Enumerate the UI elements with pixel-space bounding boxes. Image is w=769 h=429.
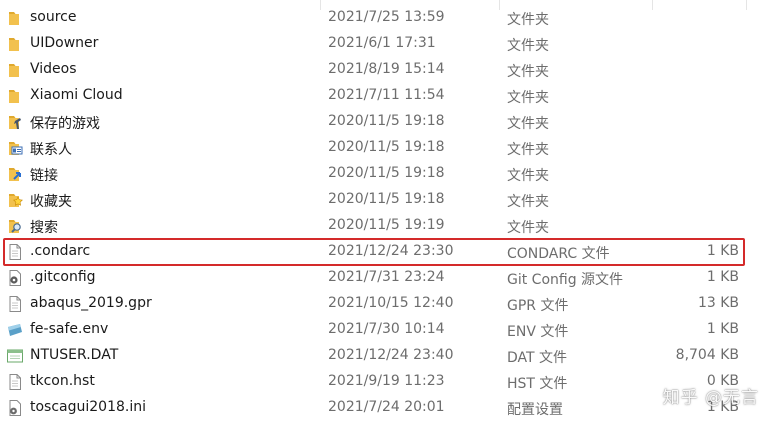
modified-date: 2021/10/15 12:40 xyxy=(328,295,454,311)
links-folder-icon xyxy=(6,165,24,183)
modified-date: 2020/11/5 19:18 xyxy=(328,113,445,129)
file-type: 文件夹 xyxy=(507,38,549,54)
file-row[interactable]: 链接 2020/11/5 19:18 文件夹 xyxy=(0,161,769,187)
file-row[interactable]: 搜索 2020/11/5 19:19 文件夹 xyxy=(0,213,769,239)
file-name: UIDowner xyxy=(30,35,99,51)
file-row[interactable]: Xiaomi Cloud 2021/7/11 11:54 文件夹 xyxy=(0,83,769,109)
file-type: 文件夹 xyxy=(507,12,549,28)
file-type: Git Config 源文件 xyxy=(507,272,624,288)
modified-date: 2021/7/30 10:14 xyxy=(328,321,445,337)
file-type: 文件夹 xyxy=(507,168,549,184)
modified-date: 2020/11/5 19:18 xyxy=(328,165,445,181)
file-type: DAT 文件 xyxy=(507,350,568,366)
file-row[interactable]: .gitconfig 2021/7/31 23:24 Git Config 源文件 1… xyxy=(0,265,769,291)
file-row[interactable]: .condarc 2021/12/24 23:30 CONDARC 文件 1 KB xyxy=(0,239,769,265)
modified-date: 2021/12/24 23:40 xyxy=(328,347,454,363)
file-row[interactable]: abaqus_2019.gpr 2021/10/15 12:40 GPR 文件 13 … xyxy=(0,291,769,317)
modified-date: 2020/11/5 19:18 xyxy=(328,139,445,155)
file-type: HST 文件 xyxy=(507,376,568,392)
file-name: 搜索 xyxy=(30,220,58,236)
file-name: Xiaomi Cloud xyxy=(30,87,123,103)
file-name: Videos xyxy=(30,61,77,77)
file-size: 8,704 KB xyxy=(675,347,739,363)
file-name: .gitconfig xyxy=(30,269,96,285)
file-name: 收藏夹 xyxy=(30,194,72,210)
file-size: 1 KB xyxy=(706,321,739,337)
file-type: 文件夹 xyxy=(507,142,549,158)
file-icon xyxy=(6,243,24,261)
config-file-icon xyxy=(6,269,24,287)
file-name: .condarc xyxy=(30,243,91,259)
modified-date: 2021/6/1 17:31 xyxy=(328,35,436,51)
favorites-folder-icon xyxy=(6,191,24,209)
file-name: 链接 xyxy=(30,168,58,184)
modified-date: 2020/11/5 19:19 xyxy=(328,217,445,233)
file-size: 13 KB xyxy=(697,295,739,311)
file-name: tkcon.hst xyxy=(30,373,95,389)
file-type: 文件夹 xyxy=(507,90,549,106)
file-row[interactable]: toscagui2018.ini 2021/7/24 20:01 配置设置 1 KB xyxy=(0,395,769,421)
file-row[interactable]: fe-safe.env 2021/7/30 10:14 ENV 文件 1 KB xyxy=(0,317,769,343)
contacts-folder-icon xyxy=(6,139,24,157)
file-size: 1 KB xyxy=(706,243,739,259)
modified-date: 2020/11/5 19:18 xyxy=(328,191,445,207)
file-type: ENV 文件 xyxy=(507,324,569,340)
dat-file-icon xyxy=(6,347,24,365)
file-name: fe-safe.env xyxy=(30,321,109,337)
file-row[interactable]: Videos 2021/8/19 15:14 文件夹 xyxy=(0,57,769,83)
file-name: source xyxy=(30,9,77,25)
modified-date: 2021/9/19 11:23 xyxy=(328,373,445,389)
modified-date: 2021/7/25 13:59 xyxy=(328,9,445,25)
file-row[interactable]: 收藏夹 2020/11/5 19:18 文件夹 xyxy=(0,187,769,213)
folder-icon xyxy=(6,9,24,27)
modified-date: 2021/8/19 15:14 xyxy=(328,61,445,77)
file-type: 文件夹 xyxy=(507,116,549,132)
file-row[interactable]: tkcon.hst 2021/9/19 11:23 HST 文件 0 KB xyxy=(0,369,769,395)
file-name: abaqus_2019.gpr xyxy=(30,295,152,311)
watermark: 知乎 @无言 xyxy=(662,388,759,408)
file-name: NTUSER.DAT xyxy=(30,347,119,363)
modified-date: 2021/7/24 20:01 xyxy=(328,399,445,415)
folder-icon xyxy=(6,61,24,79)
folder-icon xyxy=(6,35,24,53)
file-type: 文件夹 xyxy=(507,220,549,236)
file-row[interactable]: 联系人 2020/11/5 19:18 文件夹 xyxy=(0,135,769,161)
settings-file-icon xyxy=(6,399,24,417)
modified-date: 2021/7/31 23:24 xyxy=(328,269,445,285)
file-row[interactable]: source 2021/7/25 13:59 文件夹 xyxy=(0,5,769,31)
file-row[interactable]: 保存的游戏 2020/11/5 19:18 文件夹 xyxy=(0,109,769,135)
env-file-icon xyxy=(6,321,24,339)
file-type: CONDARC 文件 xyxy=(507,246,610,262)
file-icon xyxy=(6,295,24,313)
file-name: 联系人 xyxy=(30,142,72,158)
saved-games-folder-icon xyxy=(6,113,24,131)
modified-date: 2021/12/24 23:30 xyxy=(328,243,454,259)
file-name: toscagui2018.ini xyxy=(30,399,147,415)
modified-date: 2021/7/11 11:54 xyxy=(328,87,445,103)
file-type: 文件夹 xyxy=(507,194,549,210)
file-row[interactable]: UIDowner 2021/6/1 17:31 文件夹 xyxy=(0,31,769,57)
file-name: 保存的游戏 xyxy=(30,116,100,132)
file-type: 文件夹 xyxy=(507,64,549,80)
file-row[interactable]: NTUSER.DAT 2021/12/24 23:40 DAT 文件 8,704 KB xyxy=(0,343,769,369)
folder-icon xyxy=(6,87,24,105)
file-size: 1 KB xyxy=(706,269,739,285)
file-type: GPR 文件 xyxy=(507,298,569,314)
file-type: 配置设置 xyxy=(507,402,563,418)
file-icon xyxy=(6,373,24,391)
searches-folder-icon xyxy=(6,217,24,235)
